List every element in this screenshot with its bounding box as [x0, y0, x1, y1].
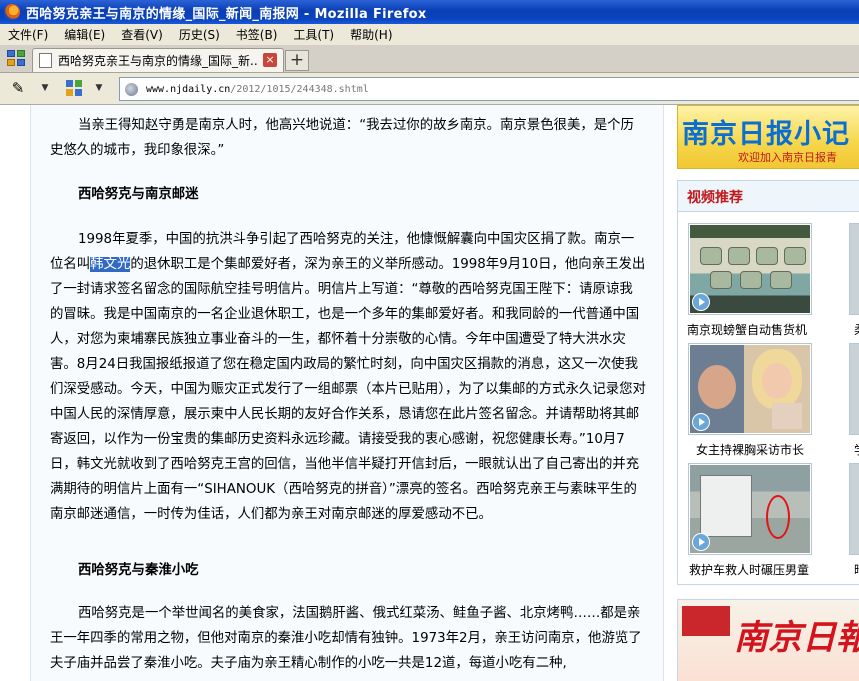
navigation-bar: ✎ ▼ ▼ www.njdaily.cn/2012/1015/244348.sh…	[0, 73, 859, 105]
article-paragraph: 西哈努克是一个举世闻名的美食家，法国鹅肝酱、俄式红菜汤、鲑鱼子酱、北京烤鸭……都…	[50, 601, 646, 676]
tab-close-icon[interactable]: ×	[263, 53, 277, 67]
video-thumbnail[interactable]	[688, 343, 812, 435]
url-host: www.njdaily.cn	[146, 83, 231, 95]
play-icon	[692, 413, 710, 431]
paragraph-text: 的退休职工是个集邮爱好者，深为亲王的义举所感动。1998年9月10日，他向亲王发…	[50, 257, 646, 522]
menu-bookmarks[interactable]: 书签(B)	[228, 26, 286, 43]
sidebar: 南京日报小记 欢迎加入南京日报青 视频推荐 南京现螃蟹自动售货机 女主持裸胸采访…	[672, 105, 859, 681]
menu-tools[interactable]: 工具(T)	[285, 26, 342, 43]
window-title: 西哈努克亲王与南京的情缘_国际_新闻_南报网 - Mozilla Firefox	[26, 6, 427, 22]
section-heading: 西哈努克与秦淮小吃	[78, 563, 199, 578]
tab-groups-icon[interactable]	[4, 48, 26, 68]
screenshot-tool-icon[interactable]: ✎	[6, 78, 30, 98]
video-caption[interactable]: 南京现螃蟹自动售货机	[687, 321, 807, 338]
video-recommend-box: 视频推荐 南京现螃蟹自动售货机 柔	[677, 180, 859, 585]
reporter-banner[interactable]: 南京日报小记 欢迎加入南京日报青	[677, 105, 859, 169]
menu-help[interactable]: 帮助(H)	[342, 26, 400, 43]
video-box-title: 视频推荐	[687, 190, 743, 206]
video-caption[interactable]: 女主持裸胸采访市长	[696, 441, 804, 458]
tab-active[interactable]: 西哈努克亲王与南京的情缘_国际_新... ×	[32, 48, 284, 72]
video-caption[interactable]: 救护车救人时碾压男童	[689, 561, 809, 578]
menu-file[interactable]: 文件(F)	[0, 26, 56, 43]
menu-view[interactable]: 查看(V)	[113, 26, 171, 43]
article-column: 当亲王得知赵守勇是南京人时，他高兴地说道：“我去过你的故乡南京。南京景色很美，是…	[30, 105, 664, 681]
bottom-banner-title: 南京日報	[734, 618, 859, 658]
ambulance-image	[690, 465, 810, 553]
article-paragraph: 1998年夏季，中国的抗洪斗争引起了西哈努克的关注，他慷慨解囊向中国灾区捐了款。…	[50, 227, 646, 527]
chevron-down-icon[interactable]: ▼	[38, 78, 52, 98]
section-heading: 西哈努克与南京邮迷	[78, 187, 199, 202]
banner-title: 南京日报小记	[682, 119, 850, 150]
video-caption[interactable]: 柔	[854, 321, 859, 338]
video-caption[interactable]: 暗	[854, 561, 859, 578]
url-text[interactable]: www.njdaily.cn/2012/1015/244348.shtml	[146, 84, 369, 95]
article-paragraph: 当亲王得知赵守勇是南京人时，他高兴地说道：“我去过你的故乡南京。南京景色很美，是…	[50, 113, 646, 163]
paragraph-text: 西哈努克是一个举世闻名的美食家，法国鹅肝酱、俄式红菜汤、鲑鱼子酱、北京烤鸭……都…	[50, 606, 642, 671]
crab-vending-image	[690, 225, 810, 313]
video-caption[interactable]: 学	[854, 441, 859, 458]
page-icon	[39, 53, 52, 68]
video-thumbnail[interactable]	[849, 223, 859, 315]
url-path: /2012/1015/244348.shtml	[230, 83, 369, 95]
tab-groups-icon[interactable]	[64, 79, 84, 97]
play-icon	[692, 533, 710, 551]
chevron-down-icon[interactable]: ▼	[92, 78, 106, 98]
interview-image	[690, 345, 810, 433]
tab-label: 西哈努克亲王与南京的情缘_国际_新...	[58, 54, 258, 68]
menu-bar: 文件(F) 编辑(E) 查看(V) 历史(S) 书签(B) 工具(T) 帮助(H…	[0, 24, 859, 46]
menu-edit[interactable]: 编辑(E)	[56, 26, 113, 43]
firefox-icon	[4, 4, 20, 20]
video-thumbnail[interactable]	[688, 463, 812, 555]
video-thumbnail[interactable]	[849, 463, 859, 555]
tab-bar: 西哈努克亲王与南京的情缘_国际_新... × +	[0, 45, 859, 73]
play-icon	[692, 293, 710, 311]
banner-subtitle: 欢迎加入南京日报青	[738, 151, 837, 164]
page-viewport: 当亲王得知赵守勇是南京人时，他高兴地说道：“我去过你的故乡南京。南京景色很美，是…	[0, 105, 859, 681]
page-left-margin	[0, 105, 30, 681]
window-title-bar: 西哈努克亲王与南京的情缘_国际_新闻_南报网 - Mozilla Firefox	[0, 0, 859, 24]
globe-icon	[125, 82, 138, 96]
selected-text[interactable]: 韩文光	[90, 257, 131, 272]
menu-history[interactable]: 历史(S)	[171, 26, 228, 43]
address-bar[interactable]: www.njdaily.cn/2012/1015/244348.shtml	[119, 77, 859, 101]
paragraph-text: 当亲王得知赵守勇是南京人时，他高兴地说道：“我去过你的故乡南京。南京景色很美，是…	[50, 118, 634, 158]
video-thumbnail[interactable]	[849, 343, 859, 435]
video-box-header: 视频推荐	[678, 181, 859, 212]
new-tab-button[interactable]: +	[285, 50, 309, 71]
newspaper-logo	[682, 606, 730, 636]
njdaily-banner[interactable]: 南京日報	[677, 599, 859, 681]
video-thumbnail[interactable]	[688, 223, 812, 315]
